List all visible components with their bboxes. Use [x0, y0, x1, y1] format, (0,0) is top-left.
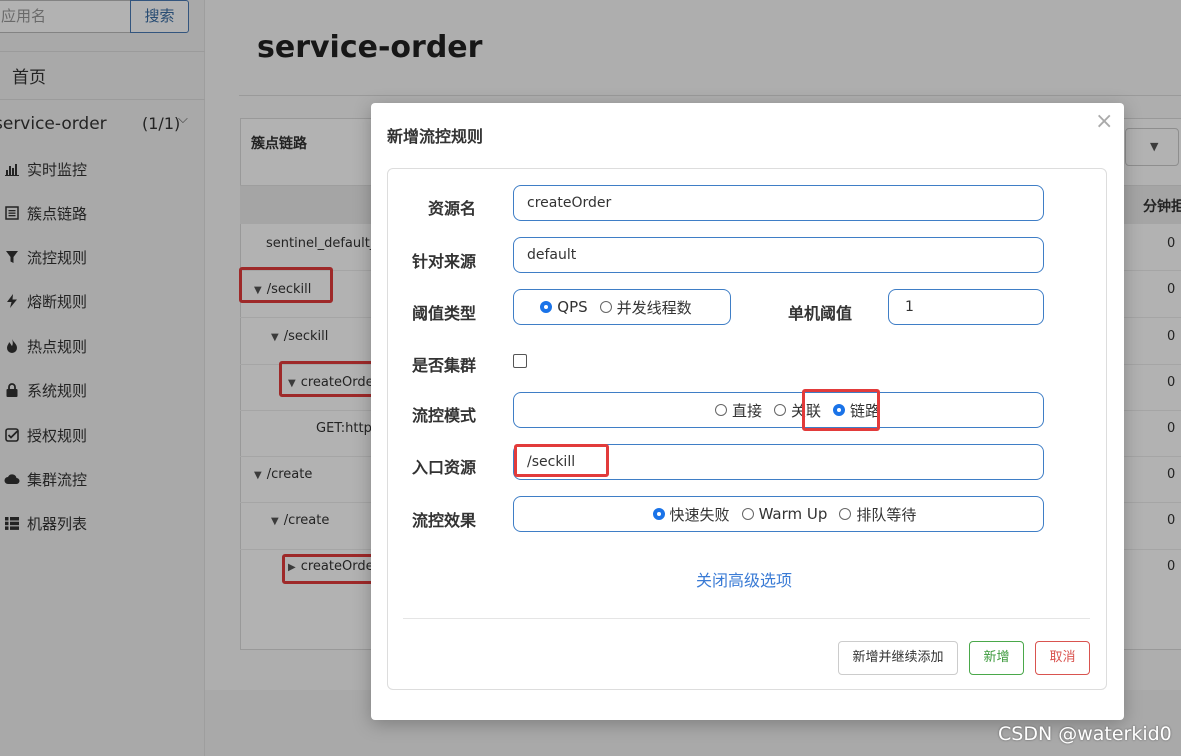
radio-unchecked-icon [599, 301, 612, 313]
behavior-fast-fail-radio[interactable]: 快速失败 [652, 504, 730, 525]
strategy-label: 流控模式 [412, 406, 477, 425]
control-behavior-label: 流控效果 [412, 511, 477, 530]
cluster-mode-label: 是否集群 [412, 356, 477, 375]
add-button[interactable]: 新增 [969, 641, 1024, 675]
single-threshold-input[interactable]: 1 [888, 289, 1044, 325]
radio-checked-icon [652, 508, 665, 520]
add-and-continue-button[interactable]: 新增并继续添加 [838, 641, 958, 675]
highlight-annotation [802, 389, 880, 431]
limit-app-input[interactable]: default [513, 237, 1044, 273]
strategy-radio-group: 直接 关联 链路 [513, 392, 1044, 428]
radio-unchecked-icon [741, 508, 754, 520]
threshold-type-qps-radio[interactable]: QPS [540, 298, 588, 316]
strategy-direct-radio[interactable]: 直接 [714, 400, 762, 421]
behavior-warm-up-radio[interactable]: Warm Up [741, 505, 827, 523]
radio-unchecked-icon [773, 404, 786, 416]
resource-name-input[interactable]: createOrder [513, 185, 1044, 221]
behavior-queue-radio[interactable]: 排队等待 [839, 504, 916, 525]
radio-checked-icon [540, 301, 553, 313]
close-icon[interactable]: × [1095, 109, 1113, 134]
toggle-advanced-options-link[interactable]: 关闭高级选项 [696, 567, 792, 591]
cancel-button[interactable]: 取消 [1035, 641, 1090, 675]
radio-unchecked-icon [714, 404, 727, 416]
control-behavior-radio-group: 快速失败 Warm Up 排队等待 [513, 496, 1044, 532]
resource-name-label: 资源名 [428, 199, 477, 218]
cluster-mode-checkbox[interactable] [513, 354, 527, 368]
watermark: CSDN @waterkid0 [998, 723, 1172, 745]
dialog-title: 新增流控规则 [387, 127, 484, 146]
limit-app-label: 针对来源 [412, 252, 477, 271]
highlight-annotation [514, 444, 609, 477]
dialog-footer-divider [403, 618, 1090, 619]
single-threshold-label: 单机阈值 [788, 304, 853, 323]
threshold-type-thread-radio[interactable]: 并发线程数 [599, 297, 692, 318]
threshold-type-label: 阈值类型 [412, 304, 477, 323]
threshold-type-radio-group: QPS 并发线程数 [513, 289, 731, 325]
radio-unchecked-icon [839, 508, 852, 520]
ref-resource-label: 入口资源 [412, 458, 477, 477]
